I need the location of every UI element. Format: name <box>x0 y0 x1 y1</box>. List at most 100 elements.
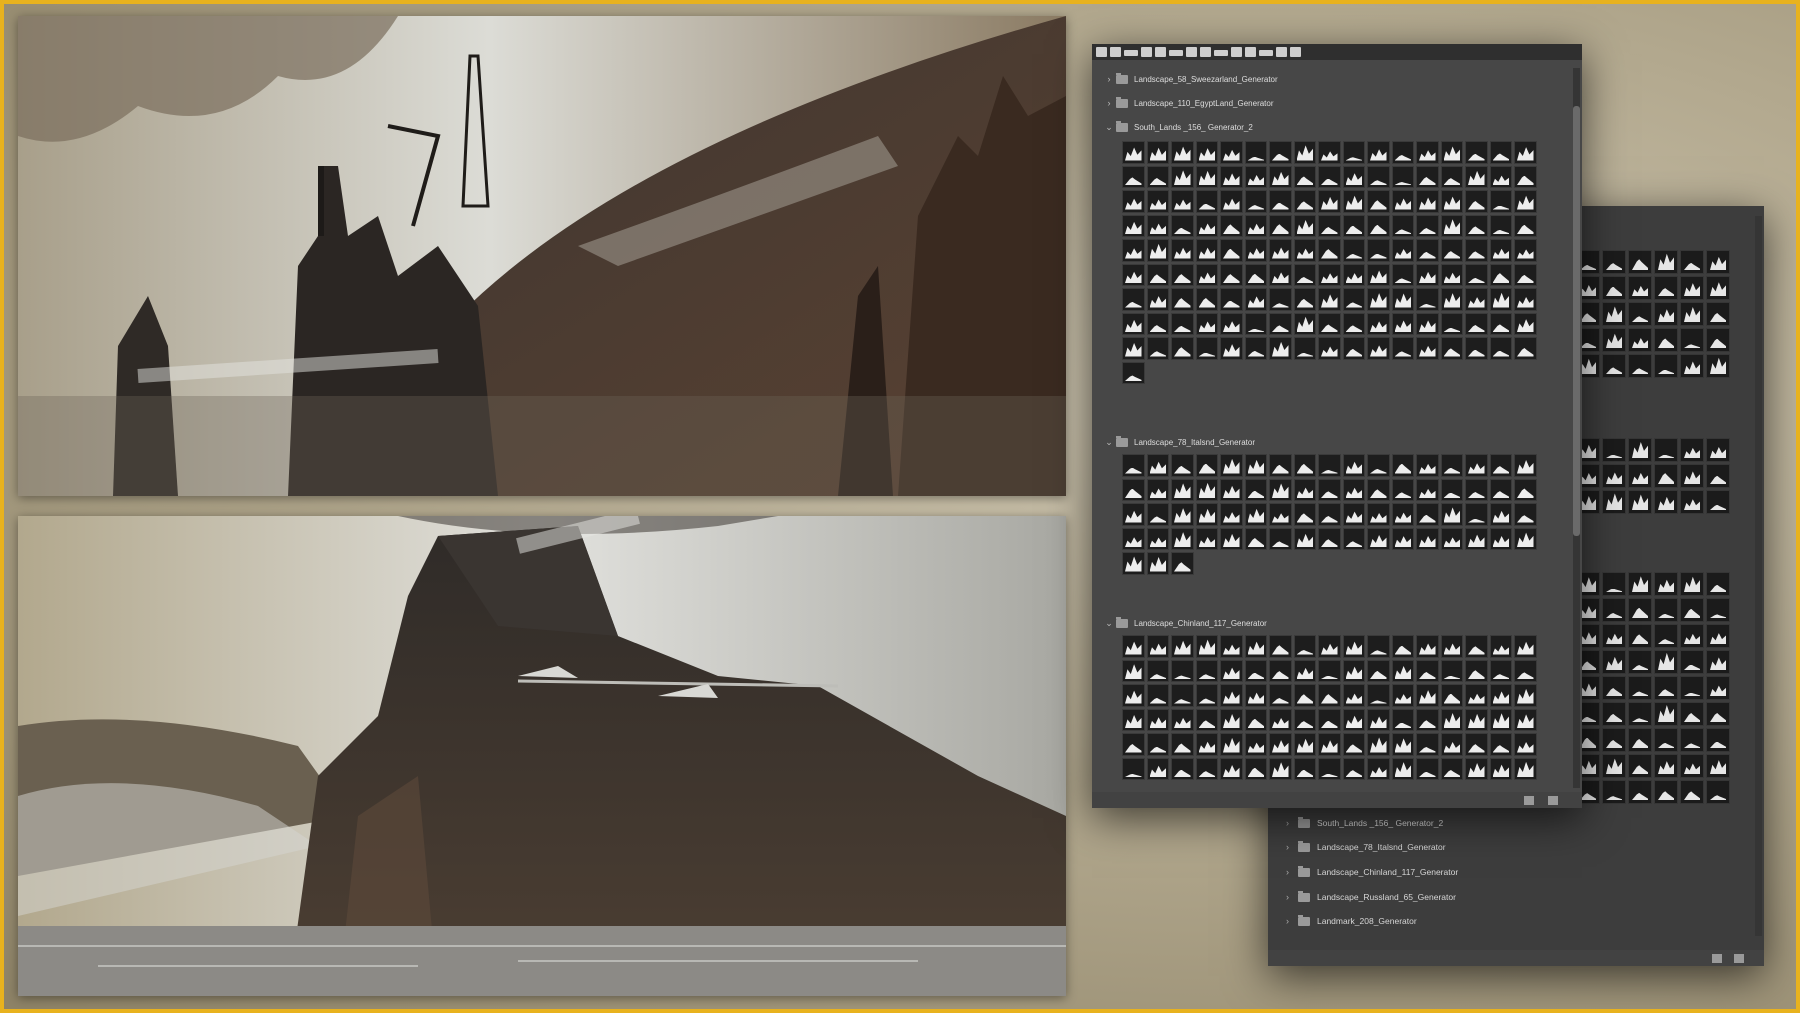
brush-thumbnail[interactable] <box>1367 503 1390 526</box>
chevron-down-icon[interactable]: ⌄ <box>1102 122 1116 133</box>
brush-thumbnail[interactable] <box>1122 190 1145 213</box>
brush-thumbnail[interactable] <box>1392 758 1415 781</box>
brush-thumbnail[interactable] <box>1680 464 1704 488</box>
brush-thumbnail[interactable] <box>1441 215 1464 238</box>
brush-thumbnail[interactable] <box>1392 313 1415 336</box>
brush-thumbnail[interactable] <box>1680 250 1704 274</box>
brush-thumbnail[interactable] <box>1392 337 1415 360</box>
brush-thumbnail[interactable] <box>1441 709 1464 732</box>
brush-thumbnail[interactable] <box>1220 166 1243 189</box>
brush-thumbnail[interactable] <box>1367 264 1390 287</box>
brush-thumbnail[interactable] <box>1171 337 1194 360</box>
chevron-right-icon[interactable]: › <box>1102 74 1116 84</box>
brush-thumbnail[interactable] <box>1706 302 1730 326</box>
brush-thumbnail[interactable] <box>1245 503 1268 526</box>
brush-thumbnail[interactable] <box>1171 503 1194 526</box>
brush-thumbnail[interactable] <box>1294 215 1317 238</box>
brush-thumbnail[interactable] <box>1122 166 1145 189</box>
brush-thumbnail[interactable] <box>1416 528 1439 551</box>
brush-thumbnail[interactable] <box>1441 288 1464 311</box>
brush-thumbnail[interactable] <box>1654 728 1678 752</box>
brush-thumbnail[interactable] <box>1122 454 1145 477</box>
brush-thumbnail[interactable] <box>1367 141 1390 164</box>
new-folder-icon[interactable] <box>1524 796 1534 805</box>
brush-thumbnail[interactable] <box>1602 464 1626 488</box>
brush-thumbnail[interactable] <box>1514 758 1537 781</box>
brush-thumbnail[interactable] <box>1245 264 1268 287</box>
brush-thumbnail[interactable] <box>1147 528 1170 551</box>
brush-thumbnail[interactable] <box>1343 313 1366 336</box>
brush-thumbnail[interactable] <box>1122 528 1145 551</box>
brush-thumbnail[interactable] <box>1416 709 1439 732</box>
brush-thumbnail[interactable] <box>1490 313 1513 336</box>
brush-thumbnail[interactable] <box>1171 190 1194 213</box>
brush-thumbnail[interactable] <box>1245 479 1268 502</box>
brush-thumbnail[interactable] <box>1680 438 1704 462</box>
chevron-right-icon[interactable]: › <box>1286 916 1298 926</box>
brush-thumbnail[interactable] <box>1245 454 1268 477</box>
brush-thumbnail[interactable] <box>1416 313 1439 336</box>
brush-thumbnail[interactable] <box>1416 337 1439 360</box>
brush-thumbnail[interactable] <box>1269 503 1292 526</box>
brush-thumbnail[interactable] <box>1269 313 1292 336</box>
trash-icon[interactable] <box>1734 954 1744 963</box>
brush-thumbnail[interactable] <box>1602 754 1626 778</box>
brush-tip-icon[interactable] <box>1200 47 1211 57</box>
brush-thumbnail[interactable] <box>1680 598 1704 622</box>
brush-thumbnail[interactable] <box>1654 676 1678 700</box>
brush-thumbnail[interactable] <box>1654 438 1678 462</box>
brush-thumbnail[interactable] <box>1490 288 1513 311</box>
brush-thumbnail[interactable] <box>1220 709 1243 732</box>
brush-thumbnail[interactable] <box>1465 709 1488 732</box>
brush-thumbnail[interactable] <box>1392 264 1415 287</box>
brush-thumbnail[interactable] <box>1245 337 1268 360</box>
brush-thumbnail[interactable] <box>1220 141 1243 164</box>
brush-thumbnail[interactable] <box>1392 454 1415 477</box>
new-folder-icon[interactable] <box>1712 954 1722 963</box>
brush-thumbnail[interactable] <box>1441 660 1464 683</box>
brush-thumbnail[interactable] <box>1318 166 1341 189</box>
preset-group-row[interactable]: › Landscape_58_Sweezarland_Generator <box>1092 69 1568 89</box>
brush-thumbnail[interactable] <box>1343 190 1366 213</box>
brush-thumbnail[interactable] <box>1220 264 1243 287</box>
brush-thumbnail[interactable] <box>1602 702 1626 726</box>
brush-thumbnail[interactable] <box>1196 635 1219 658</box>
brush-thumbnail[interactable] <box>1122 660 1145 683</box>
brush-thumbnail[interactable] <box>1706 702 1730 726</box>
brush-thumbnail[interactable] <box>1654 276 1678 300</box>
brush-thumbnail[interactable] <box>1171 454 1194 477</box>
brush-thumbnail[interactable] <box>1654 354 1678 378</box>
chevron-right-icon[interactable]: › <box>1286 818 1298 828</box>
brush-thumbnail[interactable] <box>1490 337 1513 360</box>
scrollbar-thumb[interactable] <box>1573 106 1580 536</box>
brush-thumbnail[interactable] <box>1367 709 1390 732</box>
brush-thumbnail[interactable] <box>1171 215 1194 238</box>
brush-thumbnail[interactable] <box>1490 479 1513 502</box>
preset-group-row[interactable]: › Landscape_110_EgyptLand_Generator <box>1092 93 1568 113</box>
brush-thumbnail[interactable] <box>1392 239 1415 262</box>
brush-tip-icon[interactable] <box>1259 50 1273 56</box>
brush-thumbnail[interactable] <box>1171 635 1194 658</box>
brush-thumbnail[interactable] <box>1441 503 1464 526</box>
brush-thumbnail[interactable] <box>1147 141 1170 164</box>
brush-thumbnail[interactable] <box>1171 709 1194 732</box>
brush-thumbnail[interactable] <box>1196 239 1219 262</box>
brush-thumbnail[interactable] <box>1245 758 1268 781</box>
brush-thumbnail[interactable] <box>1514 313 1537 336</box>
brush-thumbnail[interactable] <box>1147 454 1170 477</box>
brush-thumbnail[interactable] <box>1122 141 1145 164</box>
brush-thumbnail[interactable] <box>1220 190 1243 213</box>
brush-thumbnail[interactable] <box>1514 528 1537 551</box>
brush-thumbnail[interactable] <box>1514 264 1537 287</box>
brush-thumbnail[interactable] <box>1220 239 1243 262</box>
brush-thumbnail[interactable] <box>1147 288 1170 311</box>
brush-thumbnail[interactable] <box>1294 288 1317 311</box>
brush-thumbnail[interactable] <box>1490 758 1513 781</box>
brush-thumbnail[interactable] <box>1367 313 1390 336</box>
brush-thumbnail[interactable] <box>1220 635 1243 658</box>
brush-thumbnail[interactable] <box>1465 239 1488 262</box>
brush-thumbnail[interactable] <box>1706 624 1730 648</box>
brush-thumbnail[interactable] <box>1490 635 1513 658</box>
brush-thumbnail[interactable] <box>1294 166 1317 189</box>
brush-thumbnail[interactable] <box>1269 166 1292 189</box>
